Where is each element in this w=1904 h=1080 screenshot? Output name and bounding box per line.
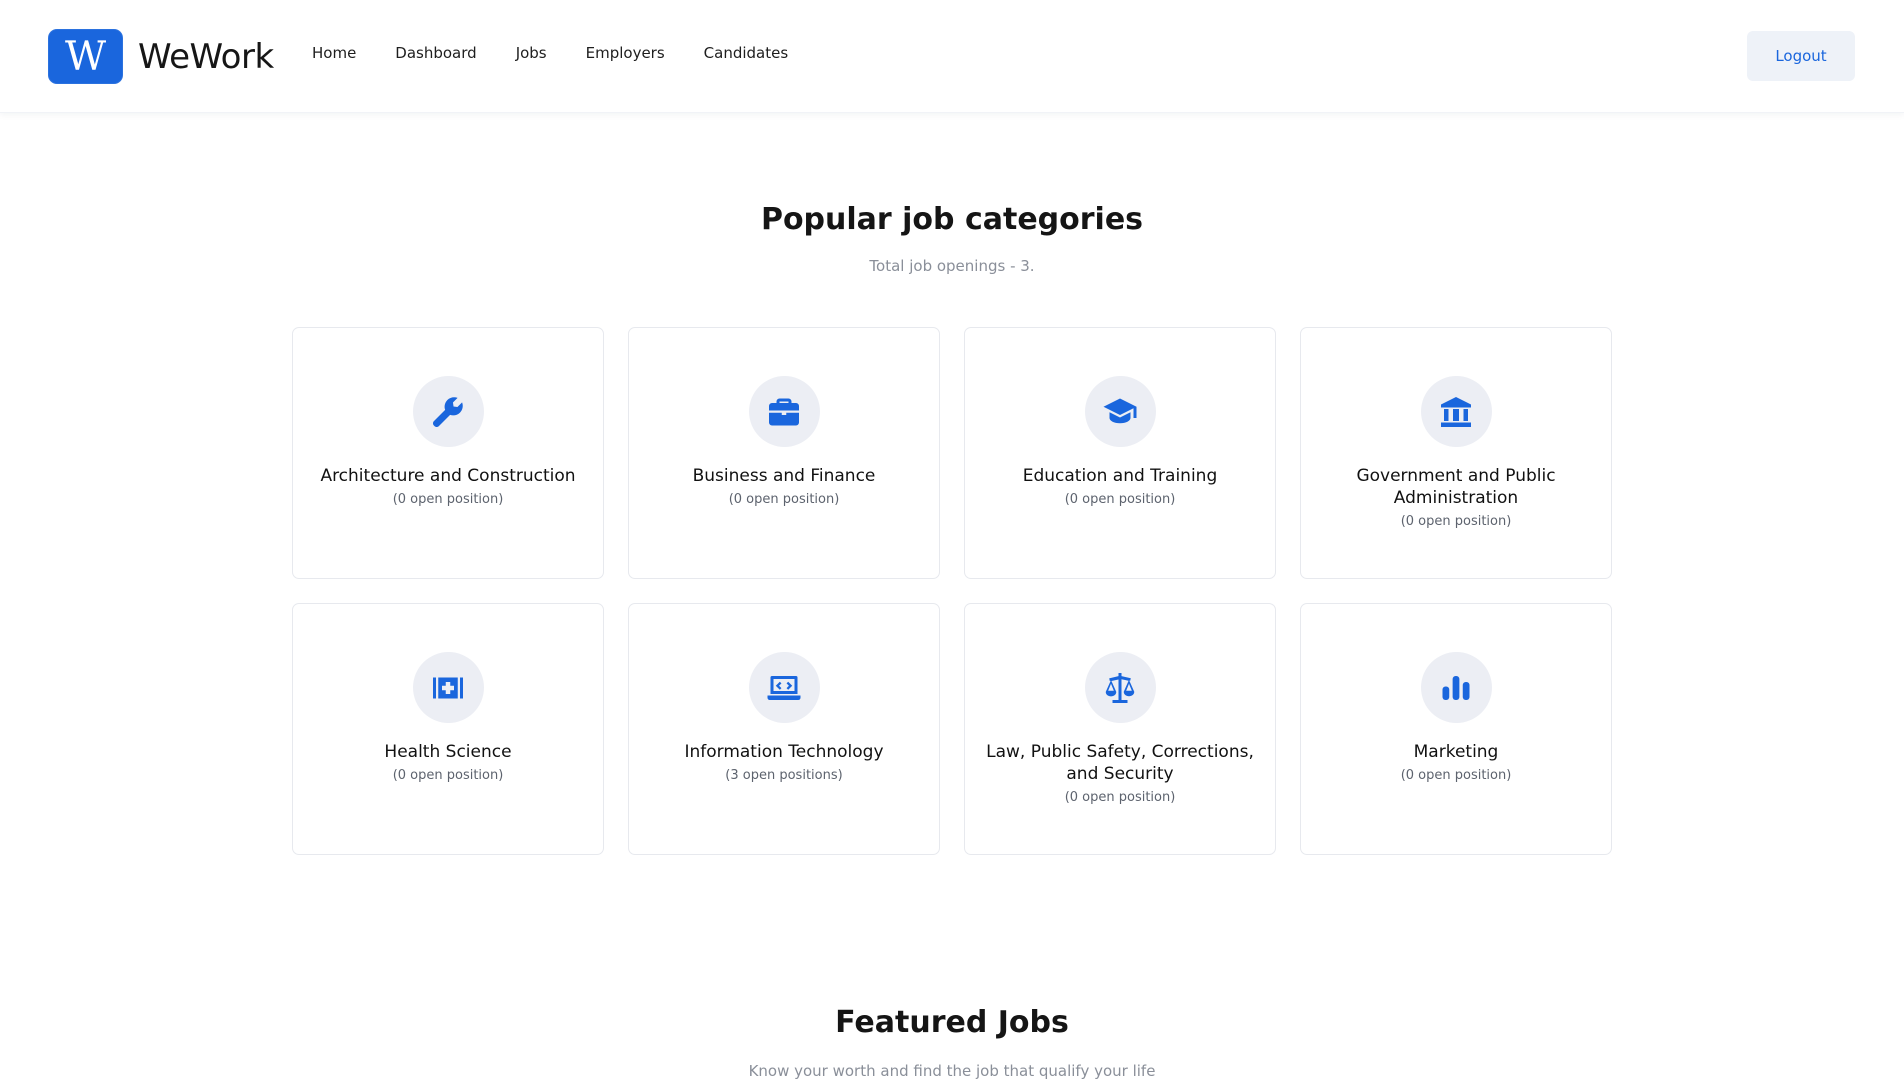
category-count: (3 open positions) (725, 768, 843, 783)
category-count: (0 open position) (1400, 514, 1512, 529)
logout-button[interactable]: Logout (1747, 31, 1855, 81)
main-nav: Home Dashboard Jobs Employers Candidates (312, 44, 827, 62)
category-card-law[interactable]: Law, Public Safety, Corrections, and Sec… (964, 603, 1276, 855)
nav-home-link[interactable]: Home (312, 44, 356, 62)
scales-icon (1084, 652, 1156, 723)
category-count: (0 open position) (392, 768, 504, 783)
brand-logo-link[interactable]: W WeWork (48, 29, 274, 84)
brand-name: WeWork (138, 36, 274, 77)
top-navbar: W WeWork Home Dashboard Jobs Employers C… (0, 0, 1904, 113)
category-card-health[interactable]: Health Science (0 open position) (292, 603, 604, 855)
medical-kit-icon (412, 652, 484, 723)
category-card-government[interactable]: Government and Public Administration (0 … (1300, 327, 1612, 579)
category-title: Business and Finance (692, 466, 876, 486)
featured-jobs-subtitle: Know your worth and find the job that qu… (748, 1062, 1156, 1080)
category-title: Architecture and Construction (320, 466, 576, 486)
nav-dashboard-link[interactable]: Dashboard (395, 44, 476, 62)
category-title: Health Science (384, 742, 512, 762)
briefcase-icon (748, 376, 820, 447)
category-count: (0 open position) (1064, 790, 1176, 805)
category-card-marketing[interactable]: Marketing (0 open position) (1300, 603, 1612, 855)
category-title: Information Technology (684, 742, 884, 762)
government-building-icon (1420, 376, 1492, 447)
nav-candidates-link[interactable]: Candidates (704, 44, 789, 62)
category-title: Marketing (1413, 742, 1499, 762)
featured-jobs-title: Featured Jobs (835, 1005, 1069, 1040)
graduation-cap-icon (1084, 376, 1156, 447)
categories-title: Popular job categories (760, 202, 1144, 237)
category-count: (0 open position) (1400, 768, 1512, 783)
laptop-code-icon (748, 652, 820, 723)
nav-jobs-link[interactable]: Jobs (516, 44, 547, 62)
category-grid: Architecture and Construction (0 open po… (292, 327, 1612, 855)
bar-chart-icon (1420, 652, 1492, 723)
logo-letter: W (64, 33, 107, 80)
category-card-business[interactable]: Business and Finance (0 open position) (628, 327, 940, 579)
category-count: (0 open position) (728, 492, 840, 507)
categories-subtitle: Total job openings - 3. (869, 257, 1035, 275)
category-title: Government and Public Administration (1356, 466, 1556, 508)
category-title: Education and Training (1022, 466, 1218, 486)
category-count: (0 open position) (392, 492, 504, 507)
nav-employers-link[interactable]: Employers (586, 44, 665, 62)
category-title: Law, Public Safety, Corrections, and Sec… (986, 742, 1254, 784)
category-count: (0 open position) (1064, 492, 1176, 507)
brand-logo: W (48, 29, 123, 84)
category-card-architecture[interactable]: Architecture and Construction (0 open po… (292, 327, 604, 579)
wrench-icon (412, 376, 484, 447)
category-card-it[interactable]: Information Technology (3 open positions… (628, 603, 940, 855)
category-card-education[interactable]: Education and Training (0 open position) (964, 327, 1276, 579)
